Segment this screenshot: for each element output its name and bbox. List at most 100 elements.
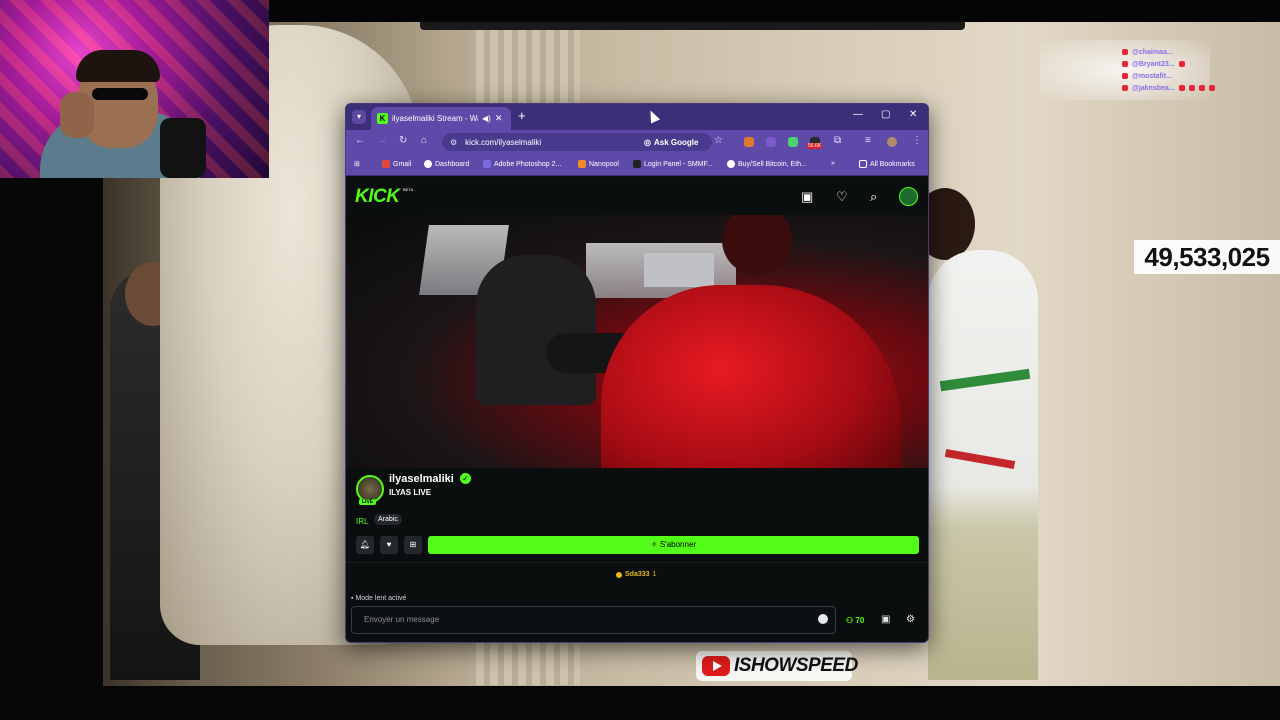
profile-avatar[interactable] (887, 137, 897, 147)
subscribe-button[interactable]: ✧ S'abonner (428, 536, 919, 554)
maximize-button[interactable]: ▢ (881, 109, 890, 120)
microphone (160, 118, 206, 178)
tab-kick-stream[interactable]: K ilyaselmaliki Stream - Watc ◀) ✕ (371, 107, 511, 130)
gmail-icon (382, 160, 390, 168)
extensions-puzzle-icon[interactable]: ⧉ (834, 135, 841, 146)
viewer-count: ⚇ 70 (846, 616, 864, 625)
tab-search-icon[interactable]: ▾ (352, 110, 366, 124)
gifter-count: 1 (652, 571, 657, 578)
language-tag[interactable]: Arabic (374, 514, 402, 525)
category-link[interactable]: IRL (356, 517, 368, 526)
browser-window: ▾ K ilyaselmaliki Stream - Watc ◀) ✕ + —… (345, 103, 929, 643)
close-tab-icon[interactable]: ✕ (495, 113, 503, 124)
dashboard-icon (424, 160, 432, 168)
chat-message: @mostafit... (1122, 70, 1277, 82)
bookmark-nanopool[interactable]: Nanopool (578, 160, 619, 168)
chat-username: @Bryant23... (1132, 60, 1175, 68)
chat-store-icon[interactable]: ▣ (881, 614, 890, 625)
extension-icon[interactable] (766, 137, 776, 147)
following-heart-icon[interactable]: ♡ (836, 190, 848, 203)
bookmark-bitcoin[interactable]: Buy/Sell Bitcoin, Eth... (727, 160, 807, 168)
bookmark-login-panel[interactable]: Login Panel - SMMF... (633, 160, 713, 168)
streamer-hand (60, 92, 94, 138)
close-window-button[interactable]: ✕ (909, 109, 917, 120)
apps-grid-icon[interactable]: ⊞ (354, 160, 360, 168)
person-red-jacket (601, 285, 901, 468)
left-letterbox (0, 178, 103, 686)
emote-icon (1178, 85, 1185, 91)
chat-message: @jaknsbea... (1122, 82, 1277, 94)
top-gifter[interactable]: Sda333 1 (616, 571, 656, 578)
building (644, 253, 714, 287)
viewer-count-value: 70 (855, 616, 865, 625)
streamer-hair (76, 50, 160, 82)
gifter-name: Sda333 (625, 571, 650, 578)
more-bookmarks-icon[interactable]: » (831, 160, 835, 167)
chat-username: @jaknsbea... (1132, 84, 1175, 92)
emote-icon (1208, 85, 1215, 91)
emote-icon (1198, 85, 1205, 91)
stream-chat-overlay: @chaimaa... @Bryant23... @mostafit... @j… (1122, 36, 1277, 94)
chat-username: @mostafit... (1132, 72, 1172, 80)
beta-label: BETA (403, 187, 414, 192)
bookmark-label: Dashboard (435, 160, 470, 168)
ishowspeed-logo: ISHOWSPEED (696, 651, 858, 681)
bottom-letterbox (0, 686, 1280, 720)
chat-settings-icon[interactable]: ⚙ (906, 614, 915, 625)
nanopool-icon (578, 160, 586, 168)
kick-logo[interactable]: KICK (355, 186, 400, 208)
kick-favicon-icon: K (377, 113, 388, 124)
subscriber-counter: 49,533,025 (1134, 240, 1280, 274)
minimize-button[interactable]: — (853, 109, 863, 120)
gift-icon[interactable]: ⊞ (404, 536, 422, 554)
chat-message-input[interactable]: Envoyer un message (351, 606, 836, 634)
car-seat (476, 255, 596, 405)
user-avatar[interactable] (899, 187, 918, 206)
ask-google-button[interactable]: ◎ Ask Google (644, 134, 698, 150)
chat-header (1185, 36, 1277, 46)
tab-strip: ▾ K ilyaselmaliki Stream - Watc ◀) ✕ + —… (346, 104, 928, 130)
back-button[interactable]: ← (355, 135, 365, 146)
media-control-icon[interactable]: ≡ (865, 135, 871, 146)
home-button[interactable]: ⌂ (421, 135, 427, 146)
bookmark-star-icon[interactable]: ☆ (714, 135, 723, 146)
verified-icon: ✓ (460, 473, 471, 484)
tab-title: ilyaselmaliki Stream - Watc (392, 114, 478, 123)
channel-name[interactable]: ilyaselmaliki (389, 473, 454, 485)
notification-bell-icon[interactable]: 🔔︎ (356, 536, 374, 554)
browser-toolbar: ← → ↻ ⌂ ⚙ kick.com/ilyaselmaliki ◎ Ask G… (346, 130, 928, 154)
screen-share-bar (420, 22, 965, 30)
browse-icon[interactable]: ▣ (801, 190, 813, 203)
photoshop-icon (483, 160, 491, 168)
video-player[interactable] (346, 215, 928, 468)
menu-kebab-icon[interactable]: ⋮ (912, 135, 922, 146)
forward-button[interactable]: → (377, 135, 387, 146)
emoji-icon[interactable] (818, 614, 828, 624)
users-icon: ⚇ (846, 616, 856, 625)
extension-icon[interactable] (788, 137, 798, 147)
site-info-icon[interactable]: ⚙ (450, 138, 457, 147)
bookmark-label: Nanopool (589, 160, 619, 168)
brand-text: ISHOWSPEED (734, 655, 858, 676)
chat-panel: Sda333 1 ▪ Mode lent activé Envoyer un m… (346, 562, 928, 642)
bookmark-gmail[interactable]: Gmail (382, 160, 411, 168)
follow-heart-icon[interactable]: ♥ (380, 536, 398, 554)
bookmark-label: Gmail (393, 160, 412, 168)
speaker-icon[interactable]: ◀) (482, 114, 491, 123)
bookmark-label: Adobe Photoshop 2... (494, 160, 562, 168)
chat-username: @chaimaa... (1132, 48, 1173, 56)
emote-icon (1178, 61, 1185, 67)
bookmark-dashboard[interactable]: Dashboard (424, 160, 469, 168)
channel-info: LIVE ilyaselmaliki ✓ ILYAS LIVE IRL Arab… (346, 468, 928, 562)
bookmark-photoshop[interactable]: Adobe Photoshop 2... (483, 160, 561, 168)
bitcoin-icon (727, 160, 735, 168)
extension-metamask-icon[interactable] (744, 137, 754, 147)
chat-message: @Bryant23... (1122, 58, 1277, 70)
reload-button[interactable]: ↻ (399, 135, 407, 146)
search-icon[interactable]: ⌕ (870, 190, 877, 203)
new-tab-button[interactable]: + (518, 108, 526, 123)
chat-message: @chaimaa... (1122, 46, 1277, 58)
all-bookmarks[interactable]: All Bookmarks (859, 160, 915, 168)
stream-scene: @chaimaa... @Bryant23... @mostafit... @j… (0, 0, 1280, 720)
url-text: kick.com/ilyaselmaliki (465, 137, 542, 147)
